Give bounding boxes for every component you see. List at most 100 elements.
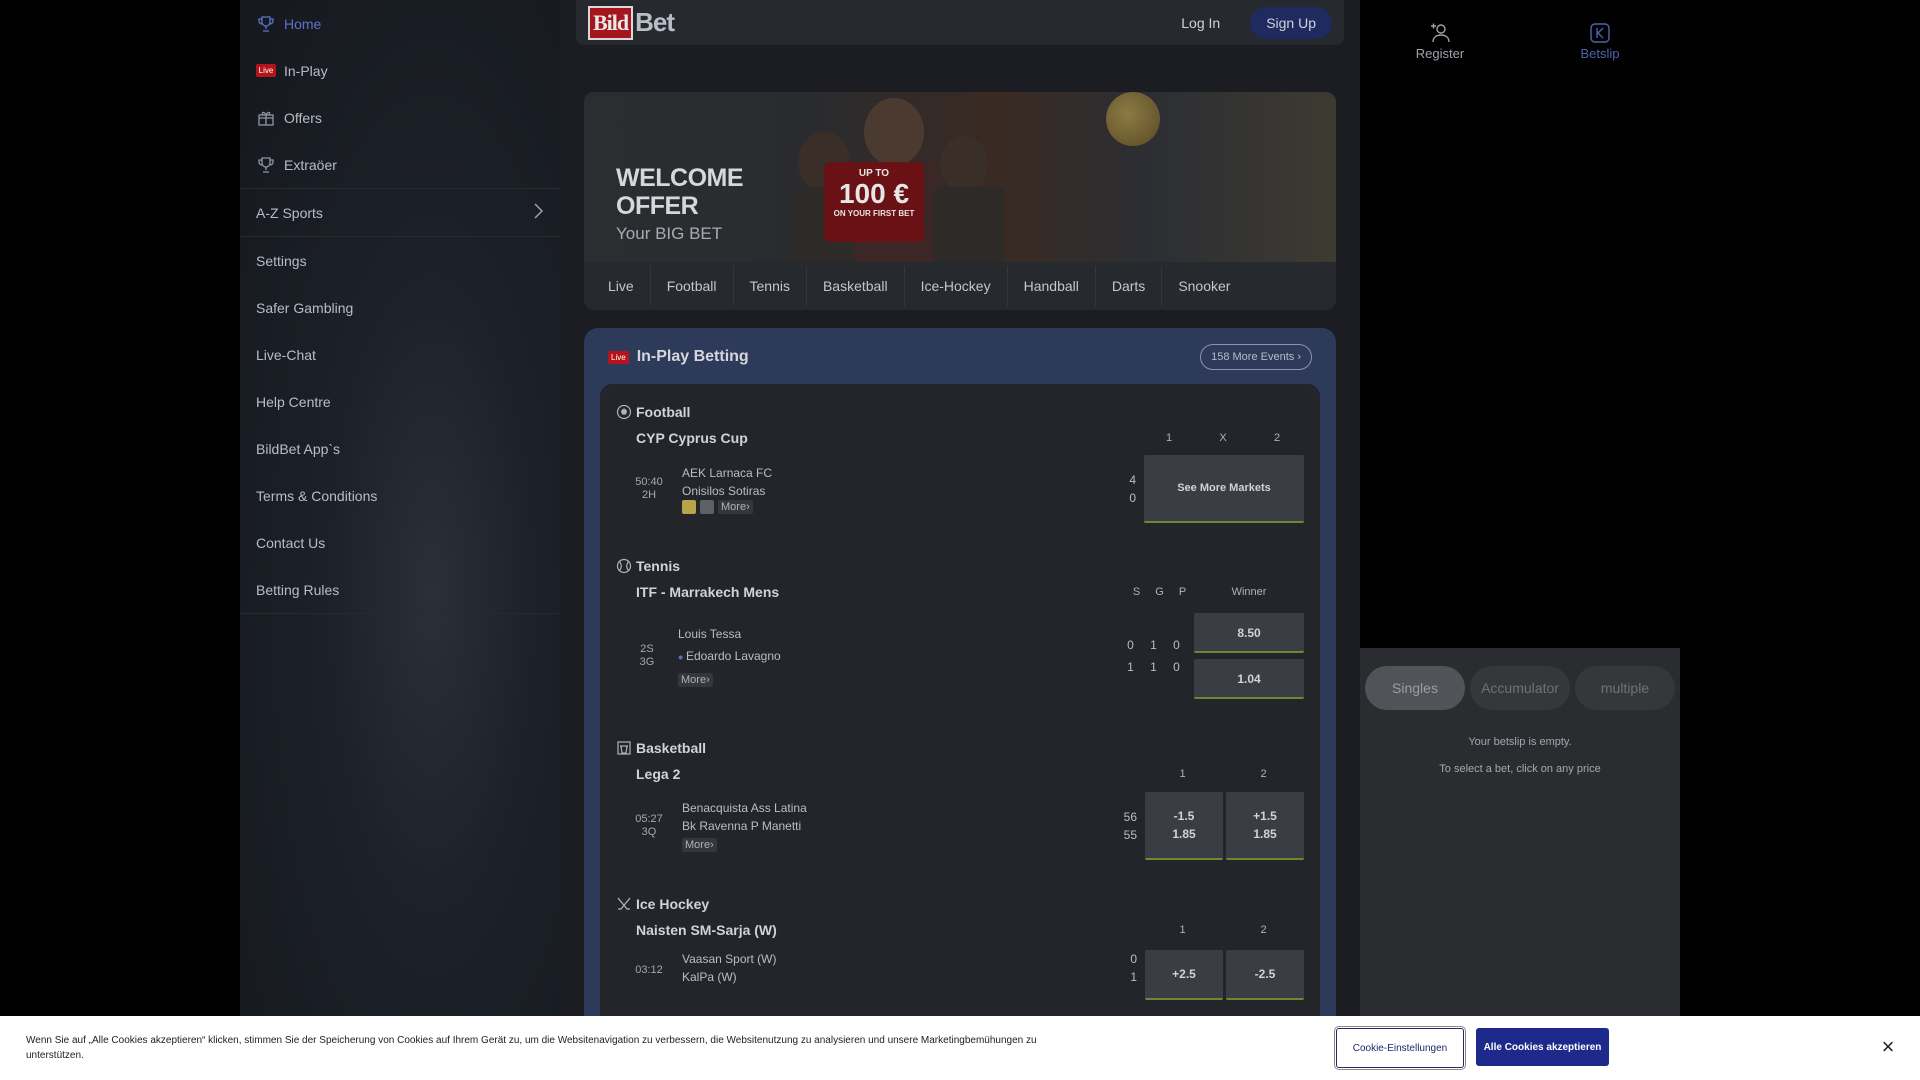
tab-darts[interactable]: Darts — [1096, 266, 1163, 306]
event-time: 05:27 3Q — [635, 813, 663, 838]
trophy-icon — [256, 155, 276, 175]
column-header: 2 — [1273, 432, 1281, 444]
sidebar-item-offers[interactable]: Offers — [240, 94, 560, 141]
odds-button[interactable]: +1.5 1.85 — [1226, 792, 1304, 860]
league-row: Lega 2 1 2 — [616, 758, 1304, 790]
more-link[interactable]: More › — [718, 500, 753, 514]
in-play-section: Live In-Play Betting 158 More Events › F… — [584, 328, 1336, 1080]
league-name: Lega 2 — [636, 766, 681, 782]
welcome-offer-banner[interactable]: WELCOME OFFER Your BIG BET UP TO 100 € O… — [584, 92, 1336, 262]
football-icon — [616, 404, 632, 420]
event-teams: Vaasan Sport (W) KalPa (W) — [682, 952, 777, 984]
stats-icon — [682, 500, 696, 514]
event-row[interactable]: 50:40 2H AEK Larnaca FC Onisilos Sotiras… — [616, 454, 1304, 524]
sidebar-link-live-chat[interactable]: Live-Chat — [240, 331, 560, 378]
event-row[interactable]: 03:12 Vaasan Sport (W) KalPa (W) 0 1 +2.… — [616, 946, 1304, 1006]
betslip-hint: To select a bet, click on any price — [1439, 763, 1601, 775]
sidebar-item-label: In-Play — [284, 62, 328, 79]
more-events-button[interactable]: 158 More Events › — [1200, 344, 1312, 370]
sidebar-link-safer-gambling[interactable]: Safer Gambling — [240, 284, 560, 331]
league-name: Naisten SM-Sarja (W) — [636, 922, 777, 938]
tab-basketball[interactable]: Basketball — [807, 266, 905, 306]
tab-football[interactable]: Football — [651, 266, 734, 306]
event-row[interactable]: 2S 3G Louis Tessa ● Edoardo Lavagno More… — [616, 608, 1304, 704]
column-header: 1 — [1179, 768, 1186, 780]
in-play-header: Live In-Play Betting 158 More Events › — [584, 328, 1336, 386]
tab-snooker[interactable]: Snooker — [1162, 266, 1246, 306]
more-link[interactable]: More › — [682, 838, 717, 852]
sidebar-item-extras[interactable]: Extraöer — [240, 141, 560, 188]
sidebar-link-help-centre[interactable]: Help Centre — [240, 378, 560, 425]
accept-all-cookies-button[interactable]: Alle Cookies akzeptieren — [1476, 1028, 1609, 1066]
sidebar-link-settings[interactable]: Settings — [240, 237, 560, 284]
sidebar-link-contact[interactable]: Contact Us — [240, 519, 560, 566]
league-name: ITF - Marrakech Mens — [636, 584, 780, 600]
tab-live[interactable]: Live — [592, 266, 651, 306]
see-more-markets-button[interactable]: See More Markets — [1144, 455, 1304, 523]
column-header: 1 — [1165, 432, 1173, 444]
cookie-settings-button[interactable]: Cookie-Einstellungen — [1334, 1026, 1466, 1070]
column-header: G — [1155, 586, 1164, 598]
column-header: X — [1219, 432, 1227, 444]
sport-header-basketball: Basketball — [616, 740, 1304, 756]
league-name: CYP Cyprus Cup — [636, 430, 748, 446]
tab-ice-hockey[interactable]: Ice-Hockey — [905, 266, 1008, 306]
live-badge: Live — [255, 61, 277, 81]
basketball-icon — [616, 740, 632, 756]
betslip-icon — [1588, 22, 1612, 44]
tab-singles[interactable]: Singles — [1365, 666, 1465, 710]
sidebar-link-label: Help Centre — [256, 393, 331, 410]
column-header: 2 — [1260, 768, 1267, 780]
sport-tabs: Live Football Tennis Basketball Ice-Hock… — [584, 262, 1336, 310]
sidebar-link-label: Contact Us — [256, 534, 326, 551]
column-header: 1 — [1179, 924, 1186, 936]
event-time: 03:12 — [635, 964, 663, 976]
betslip-button[interactable]: Betslip — [1550, 22, 1650, 61]
sidebar-item-label: Home — [284, 15, 322, 32]
tab-handball[interactable]: Handball — [1008, 266, 1096, 306]
bildbet-logo[interactable]: Bild Bet — [588, 3, 675, 43]
sidebar-item-home[interactable]: Home — [240, 0, 560, 47]
sidebar: Home Live In-Play Offers Extraöer A-Z Sp… — [240, 0, 560, 1080]
banner-title: WELCOME OFFER — [616, 164, 744, 220]
column-header: P — [1178, 586, 1187, 598]
register-label: Register — [1415, 46, 1465, 61]
chevron-right-icon — [532, 202, 544, 223]
signup-button[interactable]: Sign Up — [1250, 6, 1332, 39]
sidebar-link-label: Betting Rules — [256, 581, 340, 598]
register-button[interactable]: Register — [1390, 22, 1490, 61]
sidebar-link-apps[interactable]: BildBet App`s — [240, 425, 560, 472]
tab-accumulator[interactable]: Accumulator — [1470, 666, 1570, 710]
close-icon[interactable]: × — [1878, 1034, 1898, 1060]
event-row[interactable]: 05:27 3Q Benacquista Ass Latina Bk Raven… — [616, 790, 1304, 862]
odds-button[interactable]: +2.5 — [1145, 950, 1223, 1000]
more-link[interactable]: More › — [678, 672, 713, 687]
add-user-icon — [1428, 22, 1452, 44]
sport-header-tennis: Tennis — [616, 558, 1304, 574]
sidebar-link-betting-rules[interactable]: Betting Rules — [240, 566, 560, 613]
ice-hockey-icon — [616, 896, 632, 912]
tab-multiple[interactable]: multiple — [1575, 666, 1675, 710]
logo-bild: Bild — [588, 5, 634, 40]
divider — [240, 613, 560, 614]
login-button[interactable]: Log In — [1181, 15, 1220, 31]
cookie-banner: Wenn Sie auf „Alle Cookies akzeptieren“ … — [0, 1016, 1920, 1080]
tab-tennis[interactable]: Tennis — [734, 266, 807, 306]
main-content: Bild Bet Log In Sign Up WELCOME OFFER Yo… — [560, 0, 1360, 1080]
odds-button[interactable]: 1.04 — [1194, 659, 1304, 699]
cookie-text: Wenn Sie auf „Alle Cookies akzeptieren“ … — [26, 1035, 1037, 1061]
sidebar-item-in-play[interactable]: Live In-Play — [240, 47, 560, 94]
event-scores: 56 55 — [1123, 810, 1137, 842]
odds-button[interactable]: -1.5 1.85 — [1145, 792, 1223, 860]
sidebar-link-label: Live-Chat — [256, 346, 316, 363]
event-teams: Benacquista Ass Latina Bk Ravenna P Mane… — [682, 801, 807, 852]
column-header: 2 — [1260, 924, 1267, 936]
league-row: CYP Cyprus Cup 1 X 2 — [616, 422, 1304, 454]
odds-button[interactable]: -2.5 — [1226, 950, 1304, 1000]
sidebar-link-terms[interactable]: Terms & Conditions — [240, 472, 560, 519]
betslip-tabs: Singles Accumulator multiple — [1360, 648, 1680, 710]
odds-button[interactable]: 8.50 — [1194, 613, 1304, 653]
section-title: In-Play Betting — [636, 348, 749, 365]
sidebar-item-az-sports[interactable]: A-Z Sports — [240, 189, 560, 236]
tennis-ball-icon — [616, 558, 632, 574]
